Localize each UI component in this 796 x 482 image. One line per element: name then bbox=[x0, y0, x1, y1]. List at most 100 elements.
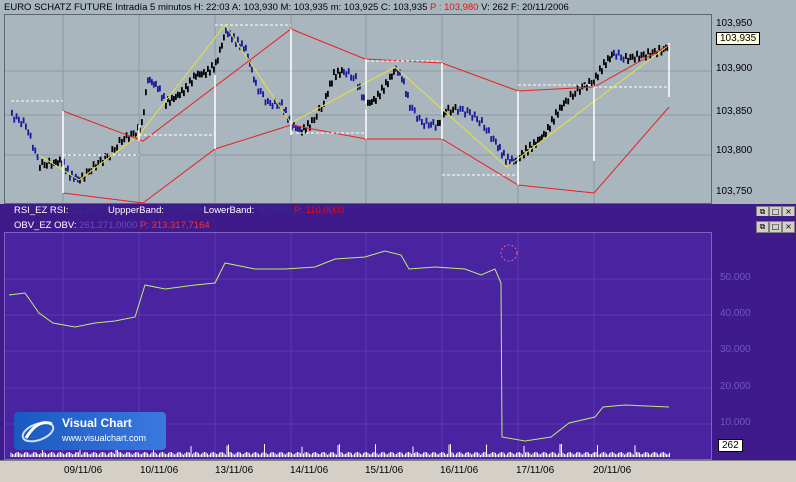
price-bar bbox=[293, 121, 295, 128]
price-bar bbox=[203, 69, 205, 76]
price-bar bbox=[145, 89, 147, 96]
price-bar bbox=[187, 86, 189, 93]
price-bar bbox=[588, 78, 591, 85]
obv-p-value: 313.317,7164 bbox=[151, 220, 210, 231]
price-bar bbox=[416, 115, 418, 122]
price-bar bbox=[507, 153, 509, 160]
price-bar bbox=[464, 111, 466, 118]
obv-tick: 40.000 bbox=[720, 308, 751, 319]
obv-tick: 10.000 bbox=[720, 417, 751, 428]
price-bar bbox=[313, 117, 316, 124]
price-tick: 103,850 bbox=[716, 106, 753, 117]
price-bar bbox=[207, 65, 209, 72]
obv-header: OBV_EZ OBV: 261.271,0000 P: 313.317,7164 bbox=[14, 220, 210, 231]
price-bar bbox=[217, 57, 219, 64]
f-label: F: bbox=[510, 2, 520, 13]
price-bar bbox=[285, 107, 287, 114]
visual-chart-window: EURO SCHATZ FUTURE Intradía 5 minutos H:… bbox=[0, 0, 796, 482]
price-bar bbox=[123, 136, 126, 143]
price-bar bbox=[452, 106, 454, 113]
rsi-header: RSI_EZ RSI: 53,2807 UppperBand: 70,0000 … bbox=[14, 205, 345, 216]
visual-chart-logo: Visual Chart www.visualchart.com bbox=[14, 412, 166, 450]
price-bar bbox=[413, 107, 416, 114]
price-bar bbox=[339, 71, 341, 78]
price-bar bbox=[352, 75, 355, 82]
price-bar bbox=[541, 134, 543, 141]
price-bar bbox=[153, 81, 155, 88]
price-bar bbox=[143, 109, 145, 116]
price-bar bbox=[439, 119, 441, 126]
price-bar bbox=[613, 49, 615, 56]
price-bar bbox=[572, 93, 574, 100]
price-bar bbox=[473, 111, 476, 118]
price-bar bbox=[495, 138, 497, 145]
price-bar bbox=[121, 138, 123, 145]
price-bar bbox=[492, 135, 495, 142]
logo-swoosh-icon bbox=[21, 421, 55, 443]
obv-maximize-button[interactable]: □ bbox=[769, 221, 782, 233]
price-bar bbox=[11, 109, 13, 116]
price-bar bbox=[29, 132, 32, 139]
price-bar bbox=[341, 67, 343, 74]
price-y-axis: 103,950 103,900 103,850 103,800 103,750 … bbox=[712, 14, 794, 202]
a-label: A: bbox=[231, 2, 241, 13]
price-bar bbox=[636, 50, 638, 57]
price-bar bbox=[418, 114, 421, 121]
symbol-name: EURO SCHATZ FUTURE bbox=[4, 2, 113, 13]
price-bar bbox=[147, 77, 149, 84]
price-bar bbox=[201, 71, 203, 78]
price-bar bbox=[345, 71, 348, 78]
price-bar bbox=[471, 114, 474, 121]
price-bar bbox=[211, 62, 213, 69]
price-bar bbox=[169, 99, 171, 106]
price-bar bbox=[43, 162, 46, 169]
price-bar bbox=[391, 73, 393, 80]
price-bar bbox=[367, 99, 369, 106]
price-bar bbox=[46, 162, 48, 169]
obv-restore-button[interactable]: ⧉ bbox=[756, 221, 769, 233]
price-bar bbox=[393, 68, 395, 75]
price-bar bbox=[363, 94, 365, 101]
price-bar bbox=[409, 104, 411, 111]
price-bar bbox=[104, 153, 107, 160]
obv-close-button[interactable]: × bbox=[782, 221, 795, 233]
obv-p-label: P: bbox=[139, 220, 149, 231]
logo-name: Visual Chart bbox=[62, 416, 132, 430]
price-bar bbox=[25, 123, 27, 130]
marker-circle bbox=[500, 244, 518, 262]
price-plot-area[interactable] bbox=[4, 14, 712, 204]
price-bar bbox=[111, 146, 114, 153]
price-bar bbox=[529, 141, 531, 148]
obv-panel[interactable]: OBV_EZ OBV: 261.271,0000 P: 313.317,7164… bbox=[0, 216, 796, 460]
price-bar bbox=[369, 99, 371, 106]
price-bar bbox=[343, 68, 345, 75]
price-bar bbox=[476, 116, 478, 123]
price-bar bbox=[329, 80, 331, 87]
price-bar bbox=[379, 93, 381, 100]
price-bar bbox=[405, 90, 407, 97]
price-bar bbox=[241, 40, 243, 47]
price-bar bbox=[373, 95, 375, 102]
price-bar bbox=[225, 27, 227, 34]
price-bar bbox=[151, 79, 153, 86]
price-header: EURO SCHATZ FUTURE Intradía 5 minutos H:… bbox=[4, 2, 569, 13]
price-bar bbox=[315, 113, 318, 120]
price-bar bbox=[533, 139, 535, 146]
price-bar bbox=[118, 137, 121, 144]
price-bar bbox=[563, 100, 565, 107]
price-bar bbox=[271, 103, 274, 110]
date-tick: 13/11/06 bbox=[215, 465, 254, 476]
price-bar bbox=[567, 98, 570, 105]
price-bar bbox=[205, 71, 207, 78]
price-tick: 103,950 bbox=[716, 18, 753, 29]
date-tick: 10/11/06 bbox=[140, 465, 179, 476]
price-bar bbox=[333, 69, 335, 76]
price-bar bbox=[642, 51, 645, 58]
price-bar bbox=[565, 97, 567, 104]
obv-value: 261.271,0000 bbox=[79, 220, 138, 231]
obv-name: OBV_EZ bbox=[14, 220, 52, 231]
price-bar bbox=[257, 88, 260, 95]
price-bar bbox=[647, 48, 650, 55]
price-panel[interactable]: EURO SCHATZ FUTURE Intradía 5 minutos H:… bbox=[0, 0, 796, 204]
price-bar bbox=[173, 96, 175, 103]
